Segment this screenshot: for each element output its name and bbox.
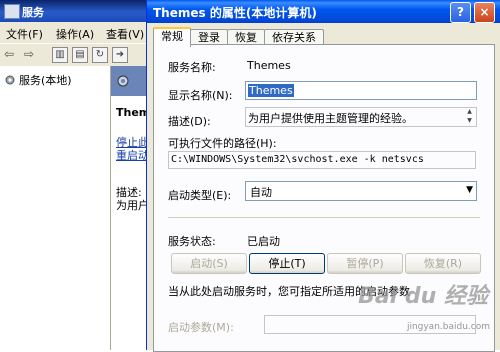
- startup-type-value: 自动: [250, 186, 272, 199]
- help-button[interactable]: ?: [450, 2, 471, 23]
- startup-type-label: 启动类型(E):: [168, 189, 232, 202]
- tree-item-services-local[interactable]: 服务(本地): [4, 72, 72, 88]
- restart-service-link[interactable]: 重启动: [116, 147, 149, 163]
- dialog-title: Themes 的属性(本地计算机): [153, 6, 317, 20]
- refresh-icon[interactable]: ↻: [92, 47, 108, 63]
- tab-logon[interactable]: 登录: [190, 29, 228, 45]
- exe-path-value: C:\WINDOWS\System32\svchost.exe -k netsv…: [171, 154, 424, 165]
- exe-path-field[interactable]: C:\WINDOWS\System32\svchost.exe -k netsv…: [168, 151, 476, 169]
- services-menu-bar: 文件(F) 操作(A) 查看(V): [0, 22, 160, 42]
- services-window: 服务 文件(F) 操作(A) 查看(V) ⇦ ⇨ ▥ ▤ ↻ ➜ 服务(本地) …: [0, 0, 164, 350]
- tab-general[interactable]: 常规: [153, 27, 191, 47]
- watermark-brand: Bai du 经验: [358, 284, 488, 309]
- service-name-value: Themes: [247, 59, 291, 72]
- scroll-down-icon[interactable]: ▼: [464, 117, 475, 124]
- properties-icon[interactable]: ▤: [72, 47, 88, 63]
- menu-file[interactable]: 文件(F): [6, 26, 43, 42]
- services-toolbar: ⇦ ⇨ ▥ ▤ ↻ ➜: [0, 43, 160, 67]
- tab-recovery[interactable]: 恢复: [227, 29, 265, 45]
- forward-arrow-icon[interactable]: ⇨: [24, 47, 34, 61]
- close-button[interactable]: ×: [474, 2, 495, 23]
- back-arrow-icon[interactable]: ⇦: [4, 47, 14, 61]
- watermark-url: jingyan.baidu.com: [406, 322, 490, 332]
- services-title-bar: 服务: [0, 0, 160, 22]
- start-params-label: 启动参数(M):: [168, 321, 234, 334]
- dialog-title-bar: Themes 的属性(本地计算机) ? ×: [147, 0, 500, 23]
- tab-dependencies[interactable]: 依存关系: [264, 29, 324, 45]
- export-list-icon[interactable]: ➜: [112, 47, 128, 63]
- display-name-field[interactable]: Themes: [245, 81, 477, 100]
- menu-view[interactable]: 查看(V): [106, 26, 144, 42]
- pause-button[interactable]: 暂停(P): [327, 253, 403, 274]
- chevron-down-icon[interactable]: ▼: [466, 185, 473, 195]
- stop-button[interactable]: 停止(T): [249, 253, 325, 274]
- service-status-value: 已启动: [247, 235, 280, 248]
- display-name-label: 显示名称(N):: [168, 89, 233, 102]
- console-tree: 服务(本地): [0, 66, 111, 350]
- services-app-icon: [4, 4, 20, 19]
- description-text: 为用户: [116, 199, 149, 212]
- scroll-up-icon[interactable]: ▲: [464, 108, 475, 115]
- service-status-label: 服务状态:: [168, 235, 216, 248]
- description-value: 为用户提供使用主题管理的经验。: [248, 112, 413, 125]
- menu-action[interactable]: 操作(A): [56, 26, 94, 42]
- gear-icon: [5, 75, 15, 85]
- start-button[interactable]: 启动(S): [171, 253, 247, 274]
- description-label: 描述(D):: [168, 115, 211, 128]
- tree-item-label: 服务(本地): [19, 74, 72, 87]
- service-name-label: 服务名称:: [168, 61, 216, 74]
- services-window-title: 服务: [22, 6, 44, 19]
- divider: [168, 217, 480, 218]
- gear-icon: [117, 75, 129, 87]
- resume-button[interactable]: 恢复(R): [405, 253, 481, 274]
- description-field[interactable]: 为用户提供使用主题管理的经验。 ▲ ▼: [245, 107, 477, 127]
- display-name-value: Themes: [248, 84, 294, 97]
- exe-path-label: 可执行文件的路径(H):: [168, 137, 277, 150]
- startup-type-select[interactable]: 自动 ▼: [245, 181, 477, 201]
- console-tree-icon[interactable]: ▥: [52, 47, 68, 63]
- baidu-watermark: Bai du 经验 jingyan.baidu.com: [330, 276, 500, 350]
